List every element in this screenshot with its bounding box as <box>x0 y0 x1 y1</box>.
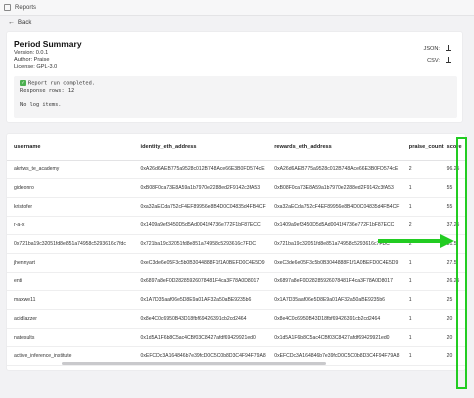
cell-rewards-address: 0x8e4C0c6950B43D18fbf69426391cb2cd2464 <box>267 309 402 329</box>
table-row: enti 0x6897a8eF0D28285926078481F4ca3F78A0… <box>7 272 465 292</box>
checkmark-icon: ✓ <box>20 80 26 86</box>
cell-rewards-address: 0x721ba19c32051fd8e851a74958c5293616c7FD… <box>267 234 402 254</box>
arrow-left-icon: ← <box>8 19 15 26</box>
cell-identity-address: 0x721ba19c32051fd8e851a74958c5293616c7FD… <box>133 234 268 254</box>
cell-praise-count: 1 <box>401 272 444 292</box>
cell-username: enti <box>7 272 134 292</box>
table-row: natesults 0x1d5A1F6b8C5ac4CBf03C8427afdf6… <box>7 328 465 348</box>
table-row: jhennyart 0xeC3de6e05F3c5b0B3044888F1f1A0… <box>7 253 465 273</box>
cell-rewards-address: 0xF8D1d3629e11B67588D6Fe0bc0bd6A24FBE4D2… <box>267 365 402 370</box>
results-table: username identity_eth_address rewards_et… <box>7 134 465 370</box>
cell-username: acidlazzer <box>7 309 134 329</box>
cell-username: kristofer <box>7 197 134 217</box>
log-status: Report run completed. <box>28 80 95 87</box>
log-output: ✓ Report run completed. Response rows: 12… <box>14 76 457 118</box>
window-title: Reports <box>15 4 37 11</box>
cell-praise-count: 1 <box>401 197 444 217</box>
table-row: kristofer 0xa32aECda752cF4EF89956e8B4D0C0… <box>7 197 465 217</box>
cell-rewards-address: 0xeC3de6e05F3c5b0B3044888F1f1A0BEFD0C4E5… <box>267 253 402 273</box>
annotation-arrow-icon <box>440 234 454 248</box>
json-download[interactable]: JSON: <box>424 45 452 52</box>
table-row: maxwe11 0x1A7D35aaf06e5D8E9a01AF32a50aBE9… <box>7 290 465 310</box>
table-row: acidlazzer 0x8e4C0c6950B43D18fbf69426391c… <box>7 309 465 329</box>
license-text: License: GPL-3.0 <box>14 64 58 70</box>
window-icon <box>4 4 11 11</box>
back-button[interactable]: ← Back <box>8 19 31 26</box>
cell-identity-address: 0x1409a9ef3450D5d5Ad0041f4736e772F1bF87E… <box>133 216 268 236</box>
cell-rewards-address: 0x1d5A1F6b8C5ac4CBf03C8427afdf69429921ed… <box>267 328 402 348</box>
cell-praise-count: 2 <box>401 216 444 236</box>
back-label: Back <box>18 19 32 26</box>
csv-download-label: CSV: <box>427 57 440 64</box>
cell-rewards-address: 0xA26d6AEB775a9528c012B748Ace66E3B0FD574… <box>267 160 402 180</box>
cell-praise-count: 1 <box>401 346 444 367</box>
cell-rewards-address: 0x1409a9ef3450D5d5Ad0041f4736e772F1bF87E… <box>267 216 402 236</box>
cell-praise-count: 2 <box>401 160 444 180</box>
version-text: Version: 0.0.1 <box>14 50 49 56</box>
table-row: gideonro 0xB08F0ca73E8A59a1b7970e2288ed2F… <box>7 178 465 198</box>
log-line: ✓ Report run completed. <box>20 80 451 88</box>
cell-identity-address: 0x6897a8eF0D28285926078481F4ca3F78A0D801… <box>133 272 268 292</box>
cell-praise-count: 1 <box>401 290 444 310</box>
window-titlebar: Reports <box>0 0 474 16</box>
summary-card: Period Summary Version: 0.0.1 Author: Pr… <box>6 31 463 123</box>
cell-praise-count: 1 <box>401 365 444 370</box>
cell-rewards-address: 0x6897a8eF0D28285926078481F4ca3F78A0D801… <box>267 272 402 292</box>
column-header-identity[interactable]: identity_eth_address <box>133 134 268 161</box>
cell-username: liviade <box>7 365 134 370</box>
cell-praise-count: 2 <box>401 234 444 254</box>
page-title: Period Summary <box>14 39 82 49</box>
log-line: No log items. <box>20 101 62 108</box>
cell-identity-address: 0x1d5A1F6b8C5ac4CBf03C8427afdf69429921ed… <box>133 328 268 348</box>
cell-praise-count: 1 <box>401 328 444 348</box>
cell-username: 0x721ba19c32051fd8e851a74958c5293616c7fd… <box>7 234 134 254</box>
json-download-label: JSON: <box>423 45 440 52</box>
cell-username: gideonro <box>7 178 134 198</box>
log-line: Response rows: 12 <box>20 87 75 94</box>
cell-praise-count: 1 <box>401 253 444 273</box>
cell-identity-address: 0xB08F0ca73E8A59a1b7970e2288ed2F9142c3fA… <box>133 178 268 198</box>
cell-praise-count: 1 <box>401 309 444 329</box>
table-row: 0x721ba19c32051fd8e851a74958c5293616c7fd… <box>7 234 465 254</box>
horizontal-scrollbar[interactable] <box>62 362 326 365</box>
cell-username: akrtws_te_academy <box>7 160 134 180</box>
annotation-arrow-shaft <box>378 239 442 243</box>
score-column-highlight <box>456 137 467 389</box>
column-header-rewards[interactable]: rewards_eth_address <box>267 134 402 161</box>
download-icon[interactable] <box>445 57 452 64</box>
cell-identity-address: 0x1A7D35aaf06e5D8E9a01AF32a50aBE9235b6 <box>133 290 268 310</box>
table-row: r-a-x 0x1409a9ef3450D5d5Ad0041f4736e772F1… <box>7 216 465 236</box>
cell-username: r-a-x <box>7 216 134 236</box>
column-header-praise-count[interactable]: praise_count <box>401 134 444 161</box>
cell-rewards-address: 0xa32aECda752cF4EF89956e8B4D0C04835d4FB4… <box>267 197 402 217</box>
cell-praise-count: 1 <box>401 178 444 198</box>
table-row: akrtws_te_academy 0xA26d6AEB775a9528c012B… <box>7 160 465 180</box>
cell-rewards-address: 0xB08F0ca73E8A59a1b7970e2288ed2F9142c3fA… <box>267 178 402 198</box>
column-header-username[interactable]: username <box>7 134 134 161</box>
table-header-row: username identity_eth_address rewards_et… <box>7 134 465 161</box>
download-icon[interactable] <box>445 45 452 52</box>
cell-identity-address: 0xa32aECda752cF4EF89956e8B4D0C04835d4FB4… <box>133 197 268 217</box>
cell-identity-address: 0xF8D1d3629e11B67588D6Fe0bc0bd6A24FBE4D2… <box>133 365 268 370</box>
cell-identity-address: 0x8e4C0c6950B43D18fbf69426391cb2cd2464 <box>133 309 268 329</box>
cell-identity-address: 0xeC3de6e05F3c5b0B3044888F1f1A0BEFD0C4E5… <box>133 253 268 273</box>
cell-username: natesults <box>7 328 134 348</box>
csv-download[interactable]: CSV: <box>427 57 452 64</box>
cell-rewards-address: 0x1A7D35aaf06e5D8E9a01AF32a50aBE9235b6 <box>267 290 402 310</box>
table-row: liviade0xF8D1d3629e11B67588D6Fe0bc0bd6A2… <box>7 365 465 370</box>
author-text: Author: Praise <box>14 57 50 63</box>
results-table-card: username identity_eth_address rewards_et… <box>6 133 466 371</box>
cell-username: maxwe11 <box>7 290 134 310</box>
cell-identity-address: 0xA26d6AEB775a9528c012B748Ace66E3B0FD574… <box>133 160 268 180</box>
cell-username: jhennyart <box>7 253 134 273</box>
